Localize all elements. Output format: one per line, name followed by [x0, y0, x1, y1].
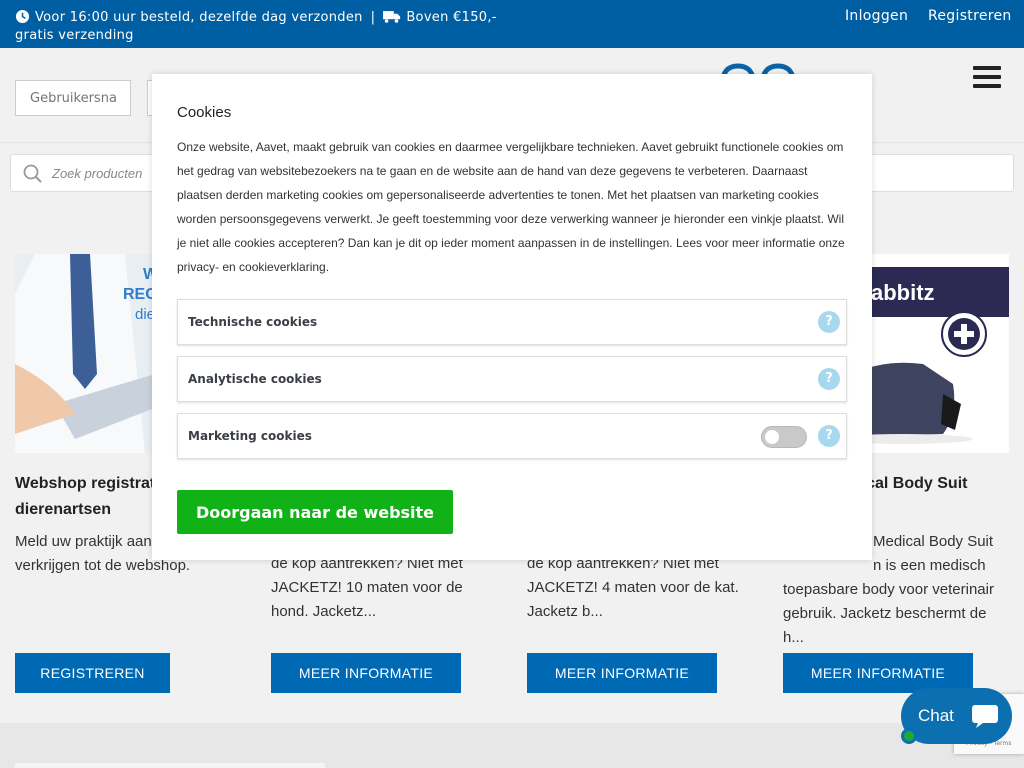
cookie-modal-title: Cookies [177, 104, 232, 121]
clock-icon [15, 9, 30, 28]
cookie-option-label: Marketing cookies [188, 429, 312, 443]
search-icon [23, 164, 43, 188]
online-status-indicator [901, 728, 917, 744]
marketing-cookies-toggle[interactable] [761, 426, 807, 448]
promo-free-shipping: Boven €150,- [406, 10, 497, 25]
help-icon[interactable]: ? [818, 368, 840, 390]
promo-text: Voor 16:00 uur besteld, dezelfde dag ver… [15, 9, 515, 43]
toggle-knob [765, 430, 779, 444]
cookie-modal: Cookies Onze website, Aavet, maakt gebru… [152, 74, 872, 560]
hamburger-menu-icon[interactable] [973, 66, 1001, 90]
cookie-option-label: Technische cookies [188, 315, 318, 329]
username-input[interactable] [15, 80, 131, 116]
promo-separator: | [370, 10, 376, 25]
more-info-button[interactable]: MEER INFORMATIE [271, 653, 461, 693]
more-info-button[interactable]: MEER INFORMATIE [527, 653, 717, 693]
cookie-option-marketing[interactable]: Marketing cookies ? [177, 413, 847, 459]
login-link[interactable]: Inloggen [845, 8, 908, 24]
chat-bubble-icon [971, 703, 999, 733]
cookie-option-analytics[interactable]: Analytische cookies ? [177, 356, 847, 402]
help-icon[interactable]: ? [818, 311, 840, 333]
search-placeholder: Zoek producten [52, 166, 143, 181]
truck-icon [383, 9, 401, 28]
chat-widget-button[interactable]: Chat [901, 688, 1012, 744]
chat-label: Chat [918, 706, 954, 725]
continue-to-website-button[interactable]: Doorgaan naar de website [177, 490, 453, 534]
svg-text:abbitz: abbitz [871, 280, 935, 305]
cookie-option-technical[interactable]: Technische cookies ? [177, 299, 847, 345]
cookie-modal-text: Onze website, Aavet, maakt gebruik van c… [177, 140, 845, 274]
promo-free-shipping-2: gratis verzending [15, 28, 134, 43]
help-icon[interactable]: ? [818, 425, 840, 447]
register-button[interactable]: REGISTREREN [15, 653, 170, 693]
top-bar: Voor 16:00 uur besteld, dezelfde dag ver… [0, 0, 1024, 48]
product-description: de kop aantrekken? Niet met JACKETZ! 10 … [271, 555, 463, 620]
register-link[interactable]: Registreren [928, 8, 1012, 24]
footer-band [0, 723, 1024, 768]
promo-same-day: Voor 16:00 uur besteld, dezelfde dag ver… [35, 10, 363, 25]
cookie-option-label: Analytische cookies [188, 372, 322, 386]
product-description: de kop aantrekken? Niet met JACKETZ! 4 m… [527, 555, 739, 620]
more-info-button[interactable]: MEER INFORMATIE [783, 653, 973, 693]
